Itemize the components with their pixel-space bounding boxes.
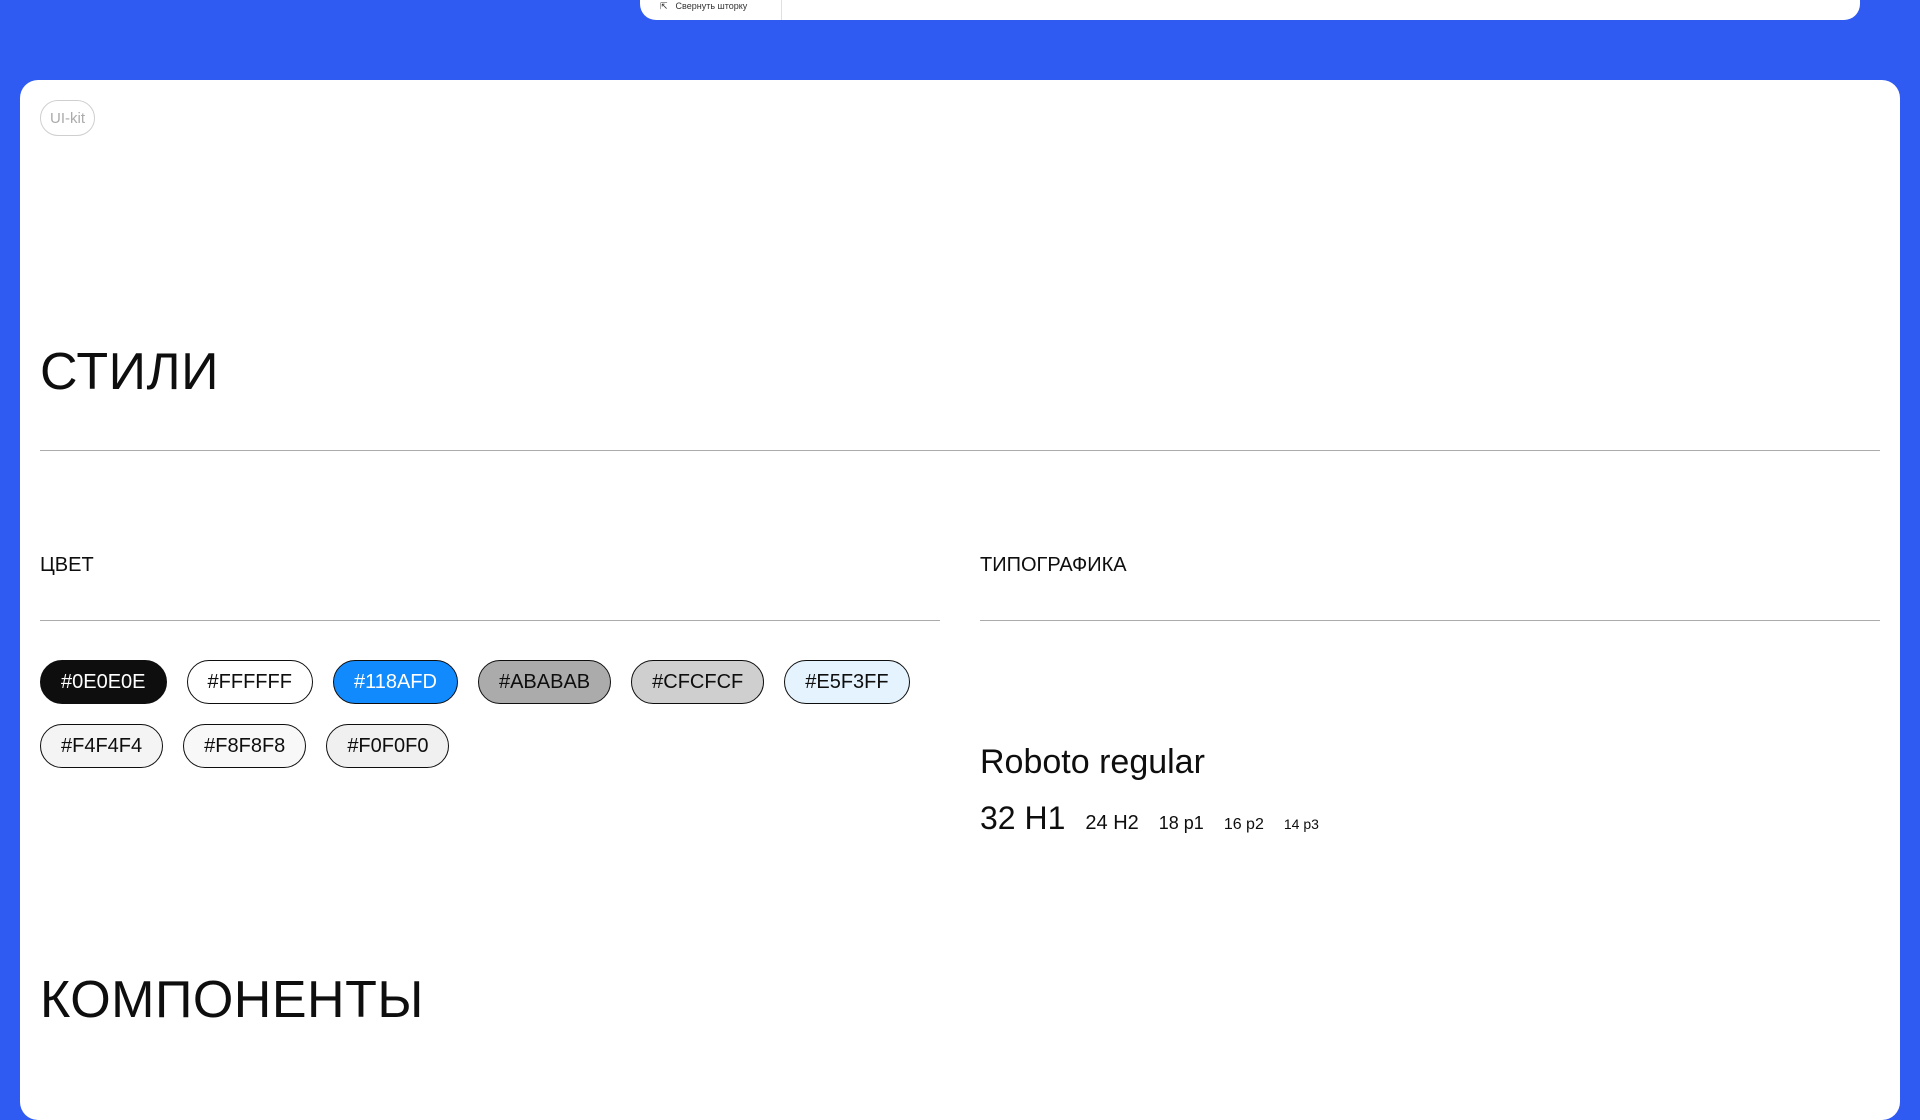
ui-kit-panel: UI-kit СТИЛИ ЦВЕТ ТИПОГРАФИКА #0E0E0E #FF… bbox=[20, 80, 1900, 1120]
type-sample-p1: 18 p1 bbox=[1158, 813, 1204, 833]
type-sample-h2: 24 H2 bbox=[1085, 812, 1139, 834]
color-swatch[interactable]: #118AFD bbox=[332, 660, 458, 704]
color-heading: ЦВЕТ bbox=[40, 554, 94, 576]
color-swatch[interactable]: #F4F4F4 bbox=[40, 724, 164, 768]
color-swatches: #0E0E0E #FFFFFF #118AFD #ABABAB #CFCFCF #E5F3… bbox=[40, 660, 940, 768]
color-divider bbox=[40, 620, 940, 621]
color-swatch[interactable]: #CFCFCF bbox=[631, 660, 765, 704]
color-swatch[interactable]: #F8F8F8 bbox=[183, 724, 307, 768]
ui-kit-badge: UI-kit bbox=[40, 100, 95, 136]
typography-heading: ТИПОГРАФИКА bbox=[980, 554, 1127, 576]
color-swatch[interactable]: #E5F3FF bbox=[784, 660, 910, 704]
styles-divider bbox=[40, 450, 1880, 451]
styles-title: СТИЛИ bbox=[40, 343, 219, 401]
components-title: КОМПОНЕНТЫ bbox=[40, 971, 424, 1029]
typography-divider bbox=[980, 620, 1880, 621]
color-swatch[interactable]: #ABABAB bbox=[477, 660, 612, 704]
font-family-name: Roboto regular bbox=[980, 743, 1205, 781]
collapse-drawer-button[interactable]: ⇱ Свернуть шторку bbox=[640, 0, 782, 20]
color-swatch[interactable]: #FFFFFF bbox=[186, 660, 313, 704]
color-swatch[interactable]: #0E0E0E bbox=[40, 660, 167, 704]
color-swatch[interactable]: #F0F0F0 bbox=[326, 724, 450, 768]
type-sample-p2: 16 p2 bbox=[1223, 816, 1264, 833]
collapse-icon: ⇱ bbox=[660, 0, 668, 11]
type-scale: 32 H1 24 H2 18 p1 16 p2 14 p3 bbox=[980, 800, 1319, 837]
collapse-drawer-label: Свернуть шторку bbox=[675, 1, 748, 11]
type-sample-p3: 14 p3 bbox=[1283, 816, 1319, 832]
top-bar: ⇱ Свернуть шторку bbox=[640, 0, 1860, 20]
type-sample-h1: 32 H1 bbox=[980, 800, 1066, 836]
